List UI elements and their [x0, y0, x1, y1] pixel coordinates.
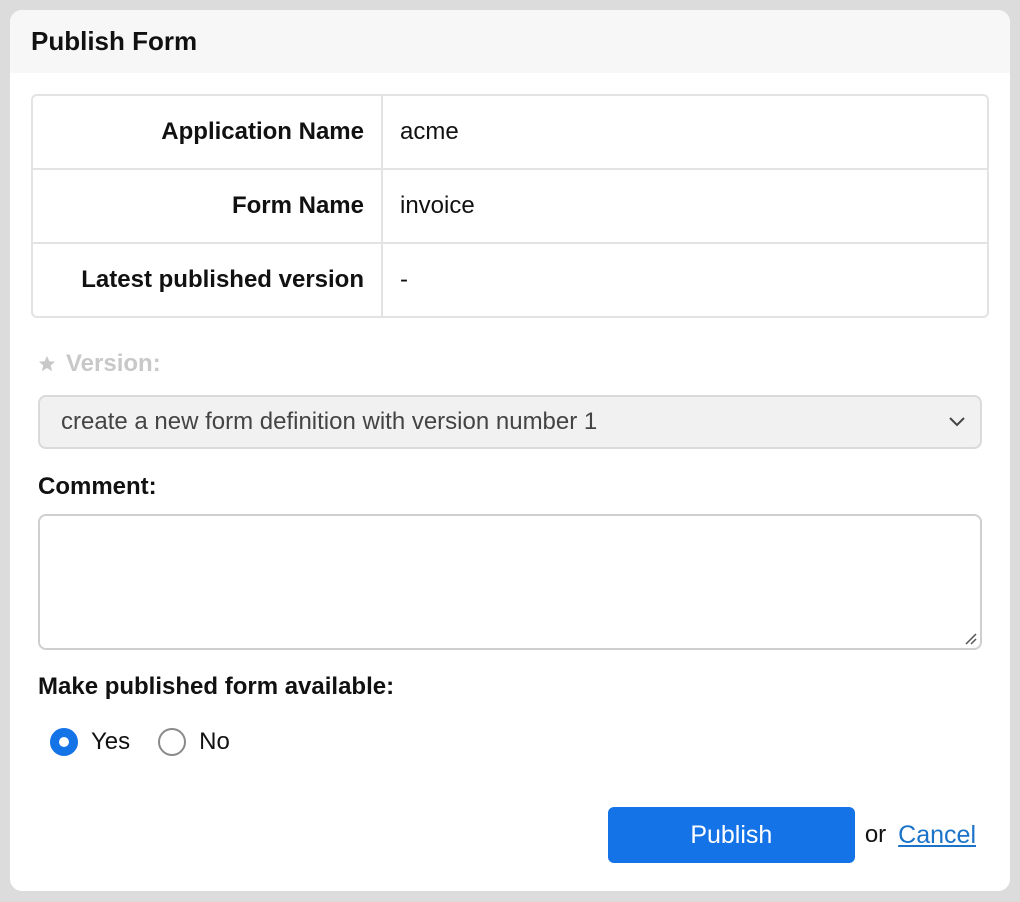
- publish-form-dialog: Publish Form Application Name acme Form …: [10, 10, 1010, 891]
- availability-radio-group: Yes No: [50, 728, 258, 756]
- info-label: Form Name: [33, 170, 383, 242]
- info-row-application-name: Application Name acme: [33, 96, 987, 170]
- dialog-title: Publish Form: [31, 26, 198, 56]
- version-label: Version:: [38, 350, 161, 378]
- publish-button[interactable]: Publish: [607, 807, 855, 863]
- radio-no[interactable]: [158, 728, 187, 756]
- resize-handle-icon[interactable]: [963, 631, 977, 645]
- info-value: -: [400, 266, 408, 293]
- radio-option-no[interactable]: No: [158, 728, 230, 756]
- radio-no-label: No: [199, 728, 230, 755]
- or-text: or: [864, 821, 887, 848]
- info-label: Application Name: [33, 96, 383, 168]
- info-value: acme: [400, 118, 459, 145]
- availability-label: Make published form available:: [38, 673, 395, 700]
- info-row-form-name: Form Name invoice: [33, 170, 987, 244]
- info-row-latest-version: Latest published version -: [33, 244, 987, 316]
- version-select-value: create a new form definition with versio…: [61, 408, 598, 435]
- version-label-text: Version:: [66, 350, 161, 377]
- comment-textarea[interactable]: [38, 514, 982, 650]
- dialog-footer: Publish or Cancel: [607, 807, 976, 863]
- radio-yes-label: Yes: [91, 728, 131, 755]
- star-icon: [38, 355, 56, 372]
- dialog-header: Publish Form: [10, 10, 1010, 73]
- info-label: Latest published version: [33, 244, 383, 316]
- cancel-link[interactable]: Cancel: [898, 821, 976, 850]
- info-table: Application Name acme Form Name invoice …: [31, 94, 989, 318]
- info-value: invoice: [400, 192, 475, 219]
- version-select[interactable]: create a new form definition with versio…: [38, 395, 982, 449]
- radio-option-yes[interactable]: Yes: [50, 728, 130, 756]
- chevron-down-icon: [949, 417, 965, 427]
- radio-yes[interactable]: [50, 728, 78, 756]
- comment-label: Comment:: [38, 473, 157, 500]
